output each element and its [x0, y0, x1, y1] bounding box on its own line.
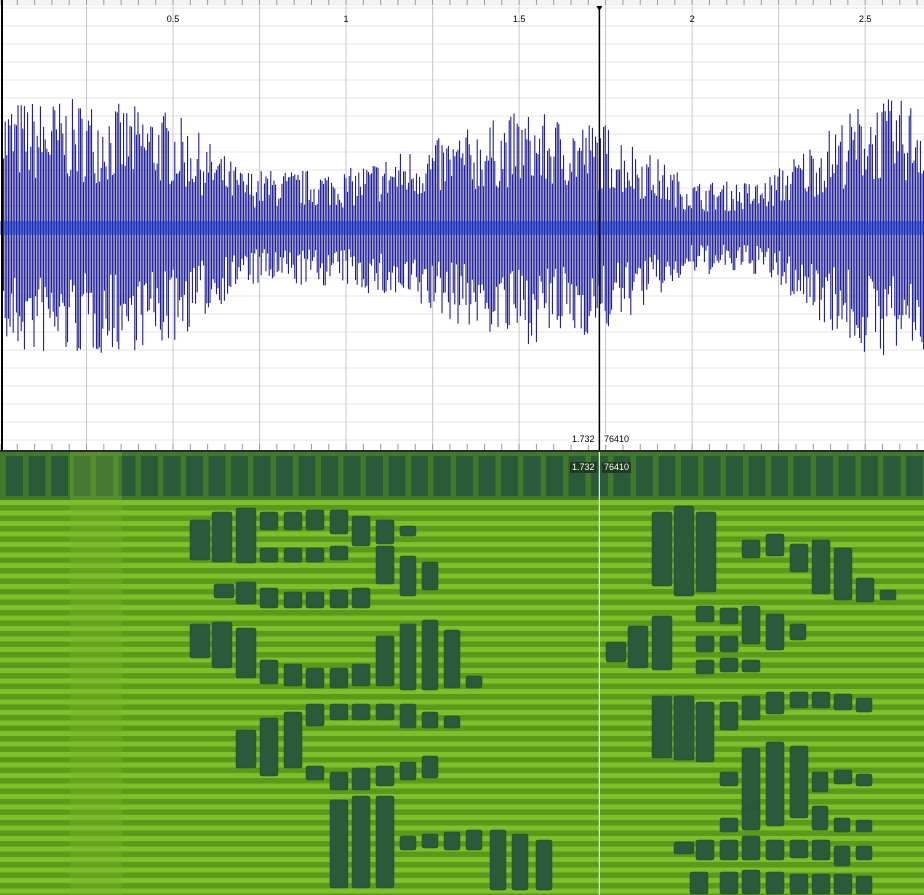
spectrogram-cursor-sample-readout: 76410 — [602, 462, 632, 473]
spectrogram-canvas[interactable] — [0, 452, 924, 895]
spectrogram-cursor-time-readout: 1.732 — [570, 462, 597, 473]
time-tick-label: 1 — [344, 14, 349, 24]
time-tick-label: 0.5 — [167, 14, 180, 24]
time-tick-label: 1.5 — [513, 14, 526, 24]
waveform-view[interactable]: 0.5 1 1.5 2 2.5 1.732 76410 — [0, 0, 924, 452]
audio-editor: 0.5 1 1.5 2 2.5 1.732 76410 1.732 76410 — [0, 0, 924, 895]
cursor-time-readout: 1.732 — [570, 434, 597, 445]
waveform-canvas[interactable]: 0.5 1 1.5 2 2.5 — [0, 0, 924, 452]
spectrogram-low-band — [0, 452, 924, 500]
waveform-core-band — [0, 221, 924, 235]
spectrogram-noise-column — [70, 452, 122, 895]
spectrogram-view[interactable]: 1.732 76410 — [0, 452, 924, 895]
cursor-sample-readout: 76410 — [602, 434, 632, 445]
time-tick-label: 2.5 — [859, 14, 872, 24]
time-tick-label: 2 — [690, 14, 695, 24]
